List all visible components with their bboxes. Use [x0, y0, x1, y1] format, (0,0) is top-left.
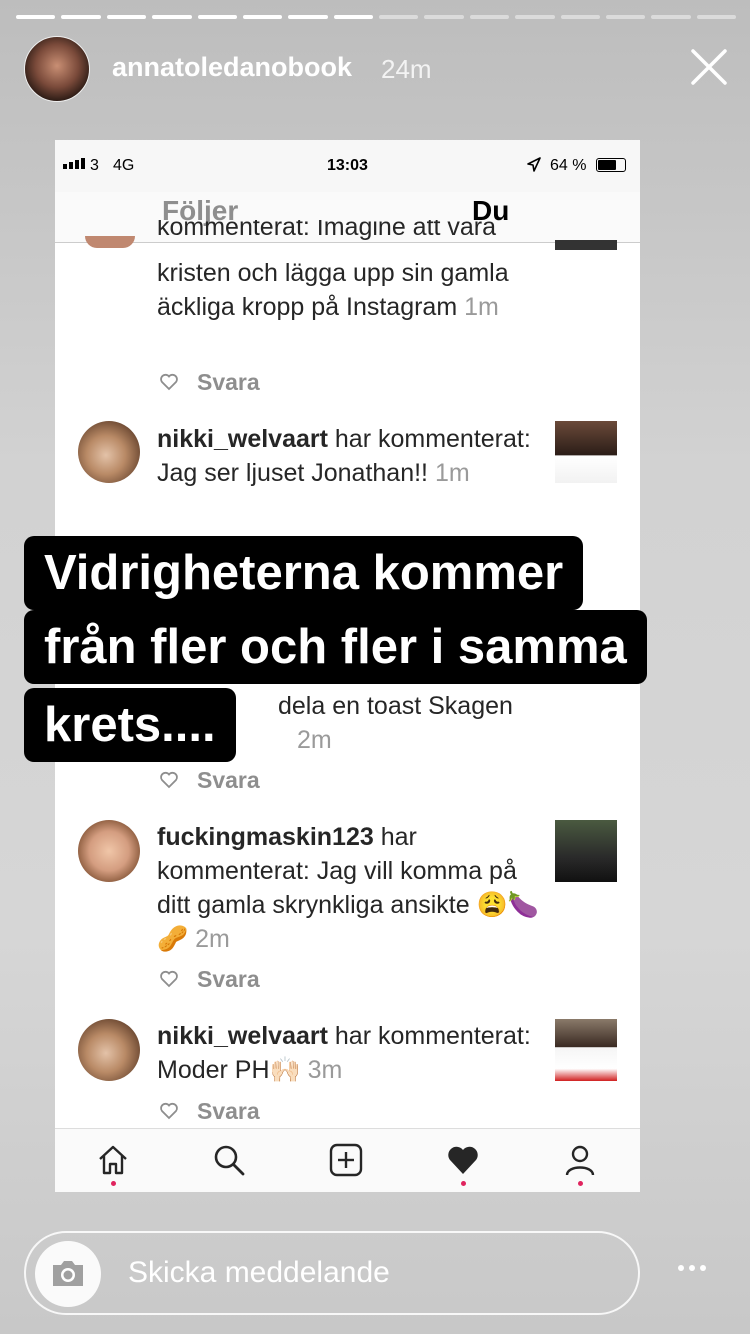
comment-username[interactable]: nikki_welvaart: [157, 425, 328, 453]
carrier: 3: [90, 157, 99, 174]
progress-segment: [288, 15, 328, 19]
post-thumbnail[interactable]: [555, 421, 617, 483]
list-item: kristen och lägga upp sin gamla äckliga …: [157, 256, 547, 324]
story-caption-line-3: krets....: [24, 688, 236, 762]
location-arrow-icon: [527, 157, 541, 172]
camera-icon: [53, 1261, 83, 1286]
signal-icon: [63, 158, 85, 169]
message-input[interactable]: Skicka meddelande: [128, 1256, 390, 1290]
story-caption-line-1: Vidrigheterna kommer: [24, 536, 584, 610]
like-icon[interactable]: [159, 770, 179, 790]
close-icon[interactable]: [690, 48, 728, 86]
story-username[interactable]: annatoledanobook: [112, 52, 352, 83]
story-caption-line-2: från fler och fler i samma: [24, 610, 647, 684]
story-progress: [16, 15, 736, 19]
avatar[interactable]: [78, 820, 140, 882]
progress-segment: [515, 15, 555, 19]
story-avatar[interactable]: [24, 36, 90, 102]
list-item: nikki_welvaart har kommenterat: Moder PH…: [157, 1019, 557, 1087]
list-item: fuckingmaskin123 har kommenterat: Jag vi…: [157, 820, 547, 956]
status-bar: 3 4G 13:03 64 %: [55, 140, 640, 192]
network-type: 4G: [113, 157, 135, 174]
progress-segment: [469, 15, 510, 19]
more-icon[interactable]: [676, 1263, 708, 1273]
status-time: 13:03: [327, 157, 368, 174]
battery-percent: 64 %: [550, 157, 587, 174]
progress-segment: [560, 15, 600, 19]
like-icon[interactable]: [159, 1101, 179, 1121]
avatar: [85, 236, 135, 248]
comment-username[interactable]: nikki_welvaart: [157, 1022, 328, 1050]
progress-segment: [333, 15, 373, 19]
avatar[interactable]: [78, 421, 140, 483]
camera-button[interactable]: [35, 1241, 101, 1307]
progress-segment: [424, 15, 464, 19]
search-icon[interactable]: [212, 1143, 246, 1177]
heart-icon[interactable]: [446, 1143, 480, 1177]
add-icon[interactable]: [329, 1143, 363, 1177]
progress-segment: [605, 15, 646, 19]
comment-time: 1m: [464, 293, 499, 321]
comment-time: 2m: [195, 925, 230, 953]
progress-segment: [61, 15, 101, 19]
profile-icon[interactable]: [563, 1143, 597, 1177]
battery-icon: [596, 158, 626, 172]
progress-segment: [696, 15, 736, 19]
like-icon[interactable]: [159, 372, 179, 392]
progress-segment: [16, 15, 56, 19]
bottom-nav: [55, 1128, 640, 1192]
comment-time: 1m: [434, 459, 470, 487]
progress-segment: [197, 15, 237, 19]
comment-username[interactable]: fuckingmaskin123: [157, 823, 374, 851]
progress-segment: [651, 15, 691, 19]
progress-segment: [379, 15, 419, 19]
progress-segment: [242, 15, 283, 19]
post-thumbnail[interactable]: [555, 1019, 617, 1081]
reply-button[interactable]: Svara: [197, 767, 260, 794]
reply-button[interactable]: Svara: [197, 369, 260, 396]
like-icon[interactable]: [159, 969, 179, 989]
post-thumbnail[interactable]: [555, 820, 617, 882]
avatar[interactable]: [78, 1019, 140, 1081]
list-item: nikki_welvaart har kommenterat: Jag ser …: [157, 422, 547, 490]
progress-segment: [152, 15, 192, 19]
home-icon[interactable]: [96, 1143, 130, 1177]
story-time: 24m: [381, 54, 432, 84]
post-thumbnail: [555, 240, 617, 250]
comment-text: kristen och lägga upp sin gamla äckliga …: [157, 259, 509, 321]
comment-text-cut: kommenterat: Imagine att vara: [157, 220, 497, 241]
reply-button[interactable]: Svara: [197, 1098, 260, 1125]
comment-time: 3m: [307, 1056, 343, 1084]
progress-segment: [106, 15, 147, 19]
reply-button[interactable]: Svara: [197, 966, 260, 993]
